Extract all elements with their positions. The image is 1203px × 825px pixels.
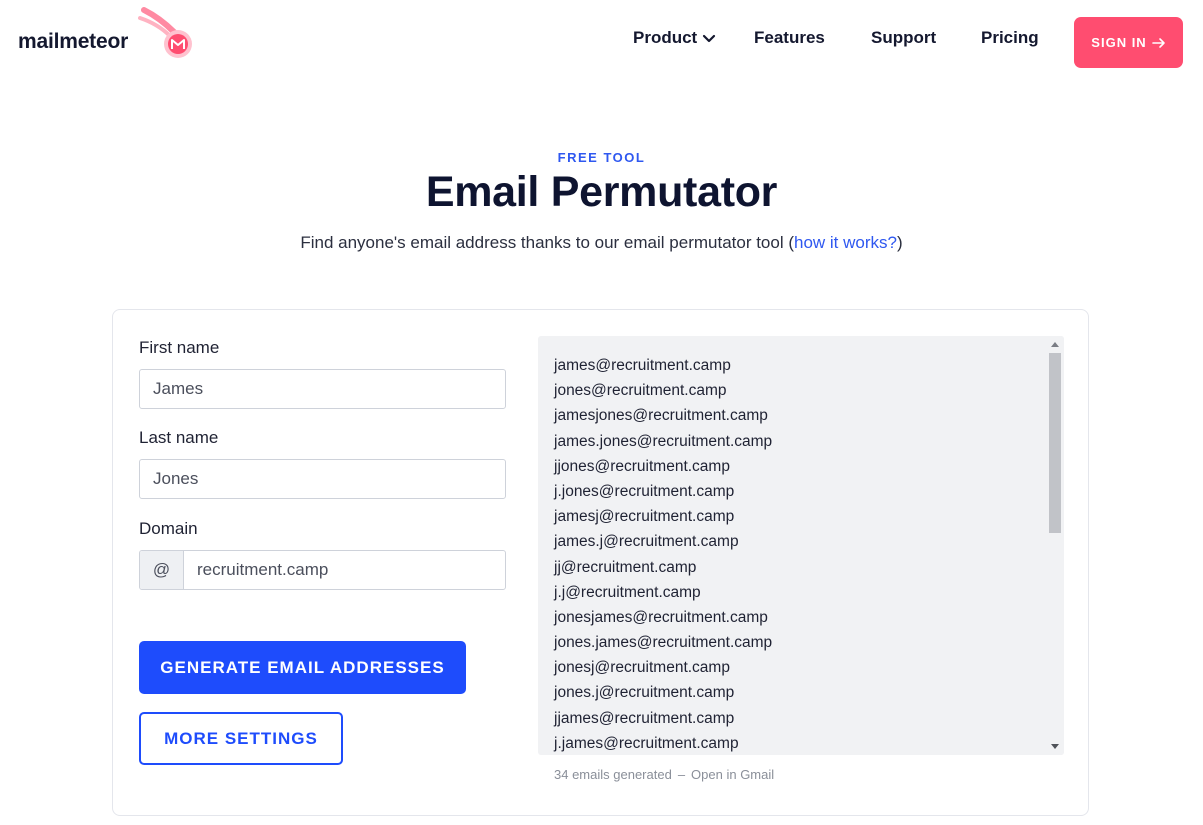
eyebrow-label: FREE TOOL (557, 150, 646, 165)
nav-product[interactable]: Product (633, 28, 717, 48)
permutator-card: First name James Last name Jones Domain … (112, 309, 1089, 816)
results-textarea[interactable]: james@recruitment.camp jones@recruitment.… (538, 336, 1064, 755)
domain-input[interactable]: recruitment.camp (184, 551, 505, 589)
domain-label: Domain (139, 519, 198, 538)
logo[interactable]: mailmeteor (18, 10, 128, 70)
page-subtitle: Find anyone's email address thanks to ou… (0, 233, 1203, 253)
logo-text: mailmeteor (18, 30, 129, 53)
email-item: jones@recruitment.camp (554, 382, 727, 400)
generate-button[interactable]: GENERATE EMAIL ADDRESSES (139, 641, 466, 694)
last-name-value: Jones (153, 469, 199, 488)
email-item: james.jones@recruitment.camp (554, 432, 773, 450)
last-name-input[interactable]: Jones (139, 459, 506, 499)
subtitle-close: ) (896, 233, 903, 252)
first-name-input[interactable]: James (139, 369, 506, 409)
last-name-label: Last name (139, 428, 219, 447)
email-item: james@recruitment.camp (554, 357, 731, 374)
chevron-down-icon (703, 34, 716, 43)
scrollbar[interactable] (1047, 336, 1064, 755)
sign-in-label: SIGN IN (1091, 35, 1147, 50)
email-item: jjones@recruitment.camp (554, 457, 730, 475)
arrow-right-icon (1151, 37, 1165, 48)
open-in-gmail-link[interactable]: Open in Gmail (691, 767, 774, 782)
nav-features[interactable]: Features (754, 28, 825, 48)
domain-field: @ recruitment.camp (139, 550, 506, 590)
at-prefix: @ (140, 551, 184, 589)
nav-support[interactable]: Support (871, 28, 936, 48)
more-settings-button[interactable]: MORE SETTINGS (139, 712, 343, 765)
email-item: jonesjames@recruitment.camp (554, 608, 768, 626)
email-item: jonesj@recruitment.camp (554, 659, 730, 677)
email-item: j.j@recruitment.camp (554, 583, 701, 601)
email-item: jjames@recruitment.camp (554, 709, 735, 727)
email-item: james.j@recruitment.camp (554, 533, 739, 551)
email-item: jones.james@recruitment.camp (554, 634, 773, 652)
email-item: jamesj@recruitment.camp (554, 508, 735, 526)
separator: – (677, 767, 686, 782)
email-item: jj@recruitment.camp (554, 558, 697, 576)
meteor-logo-icon (138, 7, 192, 58)
first-name-value: James (153, 379, 204, 398)
email-item: j.jones@recruitment.camp (554, 482, 735, 500)
results-footer: 34 emails generated – Open in Gmail (554, 767, 774, 782)
email-item: jones.j@recruitment.camp (554, 684, 735, 702)
sign-in-button[interactable]: SIGN IN (1074, 17, 1183, 68)
how-it-works-link[interactable]: how it works? (794, 233, 897, 252)
subtitle-text: Find anyone's email address thanks to ou… (300, 233, 794, 252)
nav-product-label: Product (633, 28, 698, 47)
scroll-down-arrow-icon[interactable] (1051, 744, 1059, 749)
page-title: Email Permutator (425, 168, 778, 216)
first-name-label: First name (139, 338, 220, 357)
email-item: jamesjones@recruitment.camp (554, 407, 768, 425)
site-header: mailmeteor Product Features Support Pric… (0, 0, 1203, 85)
domain-value: recruitment.camp (197, 560, 329, 579)
email-count: 34 emails generated (554, 767, 672, 782)
email-item: j.james@recruitment.camp (554, 734, 739, 752)
nav-pricing[interactable]: Pricing (981, 28, 1039, 48)
scroll-up-arrow-icon[interactable] (1051, 342, 1059, 347)
scroll-thumb[interactable] (1049, 353, 1061, 533)
email-list: james@recruitment.camp jones@recruitment.… (554, 353, 772, 755)
